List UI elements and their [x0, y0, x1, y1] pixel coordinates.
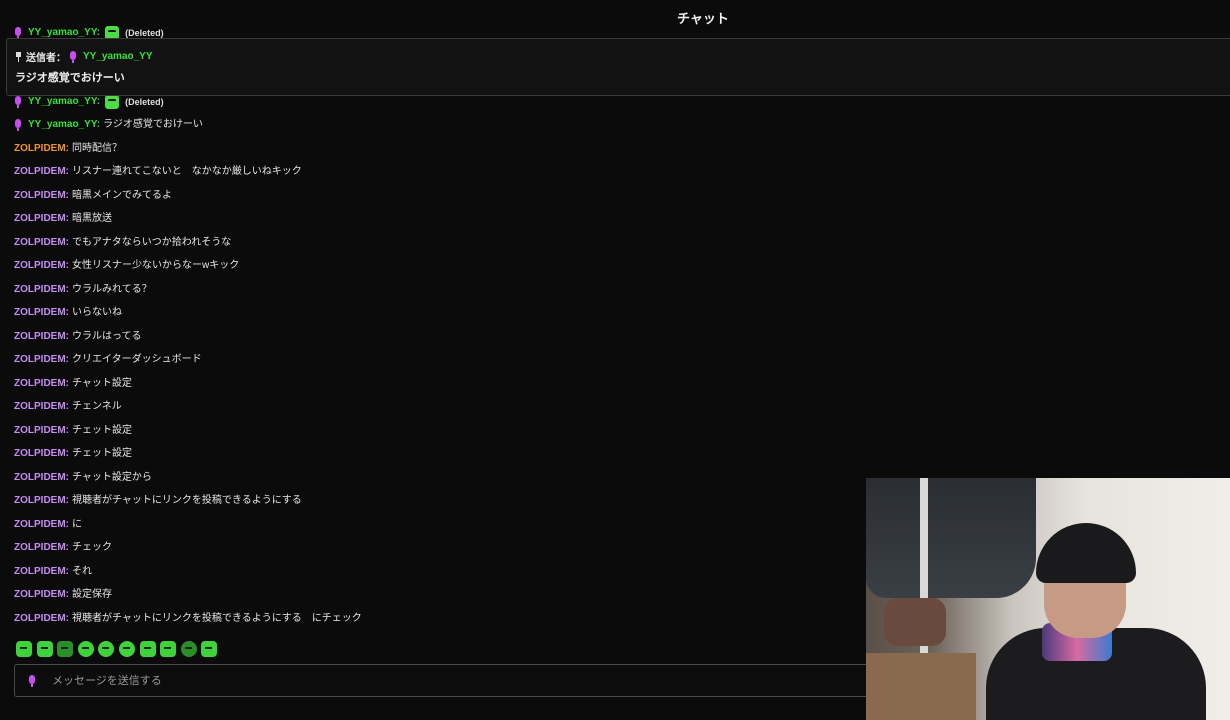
emote-icon[interactable] — [201, 641, 218, 657]
chat-log[interactable]: YY_yamao_YY: (Deleted) YY_yamao_YY: (Del… — [0, 24, 866, 634]
message-input-box[interactable] — [14, 664, 884, 697]
message-text: 視聴者がチャットにリンクを投稿できるようにする にチェック — [72, 613, 362, 624]
message-text: クリエイターダッシュボード — [72, 354, 202, 365]
message-username[interactable]: ZOLPIDEM: — [14, 471, 69, 485]
webcam-background — [866, 478, 1036, 598]
chat-message: ZOLPIDEM: チャット設定から — [14, 471, 152, 485]
message-username[interactable]: ZOLPIDEM: — [14, 283, 69, 297]
pinned-message[interactable]: 送信者： YY_yamao_YY ラジオ感覚でおけーい — [6, 38, 1230, 96]
message-username[interactable]: ZOLPIDEM: — [14, 142, 69, 156]
message-text: それ — [72, 566, 92, 577]
chat-message: ZOLPIDEM: ウラルはってる — [14, 330, 142, 344]
pinned-text: ラジオ感覚でおけーい — [15, 72, 125, 84]
message-username[interactable]: ZOLPIDEM: — [14, 212, 69, 226]
chat-message: ZOLPIDEM: に — [14, 518, 82, 532]
microphone-icon — [14, 119, 22, 131]
message-username[interactable]: ZOLPIDEM: — [14, 447, 69, 461]
emote-icon[interactable] — [180, 641, 197, 657]
message-username[interactable]: ZOLPIDEM: — [14, 377, 69, 391]
chat-message: ZOLPIDEM: ウラルみれてる？ — [14, 283, 152, 297]
webcam-background — [866, 653, 976, 720]
chat-message: ZOLPIDEM: でもアナタならいつか拾われそうな — [14, 236, 231, 250]
chat-message: ZOLPIDEM: 女性リスナー少ないからなーwキック — [14, 259, 239, 273]
message-text: に — [72, 519, 82, 530]
pinned-sender-name[interactable]: YY_yamao_YY — [83, 51, 153, 62]
message-text: チャット設定 — [72, 378, 132, 389]
message-username[interactable]: ZOLPIDEM: — [14, 165, 69, 179]
message-username[interactable]: ZOLPIDEM: — [14, 588, 69, 602]
microphone-icon — [69, 50, 77, 63]
message-text: (Deleted) — [125, 97, 164, 107]
message-text: 同時配信？ — [72, 143, 122, 154]
message-username[interactable]: ZOLPIDEM: — [14, 189, 69, 203]
message-username[interactable]: YY_yamao_YY: — [28, 95, 100, 109]
webcam-overlay — [866, 478, 1230, 720]
chat-message: ZOLPIDEM: クリエイターダッシュボード — [14, 353, 202, 367]
message-username[interactable]: ZOLPIDEM: — [14, 494, 69, 508]
chat-message: ZOLPIDEM: チェット設定 — [14, 447, 132, 461]
message-text: 視聴者がチャットにリンクを投稿できるようにする — [72, 495, 302, 506]
message-text: 暗黒放送 — [72, 213, 112, 224]
message-text: リスナー連れてこないと なかなか厳しいねキック — [72, 166, 302, 177]
webcam-background — [884, 598, 946, 646]
message-text: ラジオ感覚でおけーい — [103, 119, 203, 130]
emote-icon[interactable] — [36, 641, 53, 657]
chat-message: ZOLPIDEM: 視聴者がチャットにリンクを投稿できるようにする にチェック — [14, 612, 362, 626]
pinned-header: 送信者： YY_yamao_YY — [15, 49, 153, 64]
microphone-icon — [28, 674, 36, 687]
message-text: ウラルはってる — [72, 331, 142, 342]
message-text: ウラルみれてる？ — [72, 284, 152, 295]
message-username[interactable]: ZOLPIDEM: — [14, 330, 69, 344]
message-text: チェック — [72, 542, 112, 553]
emote-icon[interactable] — [139, 641, 156, 657]
emote-icon[interactable] — [98, 641, 115, 657]
message-username[interactable]: ZOLPIDEM: — [14, 400, 69, 414]
pinned-sender-label: 送信者： — [26, 53, 66, 64]
message-text: チェット設定 — [72, 448, 132, 459]
chat-message: ZOLPIDEM: 暗黒メインでみてるよ — [14, 189, 172, 203]
message-username[interactable]: ZOLPIDEM: — [14, 565, 69, 579]
chat-message: YY_yamao_YY: (Deleted) — [14, 95, 164, 109]
chat-message: ZOLPIDEM: 暗黒放送 — [14, 212, 112, 226]
emote-icon[interactable] — [16, 641, 32, 657]
message-username[interactable]: YY_yamao_YY: — [28, 118, 100, 132]
message-text: でもアナタならいつか拾われそうな — [72, 237, 232, 248]
chat-message: ZOLPIDEM: チャット設定 — [14, 377, 132, 391]
message-text: チェンネル — [72, 401, 122, 412]
message-username[interactable]: ZOLPIDEM: — [14, 236, 69, 250]
message-input[interactable] — [50, 673, 754, 688]
emote-icon — [105, 95, 120, 109]
chat-message: ZOLPIDEM: チェット設定 — [14, 424, 132, 438]
message-username[interactable]: ZOLPIDEM: — [14, 612, 69, 626]
message-text: 女性リスナー少ないからなーwキック — [72, 260, 240, 271]
chat-message: ZOLPIDEM: チェンネル — [14, 400, 122, 414]
message-username[interactable]: ZOLPIDEM: — [14, 518, 69, 532]
message-username[interactable]: ZOLPIDEM: — [14, 353, 69, 367]
message-username[interactable]: ZOLPIDEM: — [14, 259, 69, 273]
emote-bar — [16, 641, 222, 657]
chat-message: ZOLPIDEM: リスナー連れてこないと なかなか厳しいねキック — [14, 165, 302, 179]
chat-message: ZOLPIDEM: 設定保存 — [14, 588, 112, 602]
message-text: 暗黒メインでみてるよ — [72, 190, 172, 201]
message-username[interactable]: ZOLPIDEM: — [14, 541, 69, 555]
microphone-icon — [14, 96, 22, 108]
streamer-figure — [1036, 523, 1136, 583]
message-text: いらないね — [72, 307, 122, 318]
pin-icon — [15, 51, 22, 62]
chat-message: YY_yamao_YY: ラジオ感覚でおけーい — [14, 118, 203, 132]
chat-message: ZOLPIDEM: それ — [14, 565, 92, 579]
emote-icon[interactable] — [160, 641, 177, 657]
chat-message: ZOLPIDEM: いらないね — [14, 306, 122, 320]
message-text: 設定保存 — [72, 589, 112, 600]
message-text: チャット設定から — [72, 472, 152, 483]
chat-message: ZOLPIDEM: 視聴者がチャットにリンクを投稿できるようにする — [14, 494, 302, 508]
emote-icon[interactable] — [77, 641, 94, 657]
chat-message: ZOLPIDEM: チェック — [14, 541, 112, 555]
emote-icon[interactable] — [57, 641, 74, 657]
emote-icon[interactable] — [118, 641, 135, 657]
message-username[interactable]: ZOLPIDEM: — [14, 424, 69, 438]
message-text: チェット設定 — [72, 425, 132, 436]
message-username[interactable]: ZOLPIDEM: — [14, 306, 69, 320]
chat-message: ZOLPIDEM: 同時配信？ — [14, 142, 122, 156]
